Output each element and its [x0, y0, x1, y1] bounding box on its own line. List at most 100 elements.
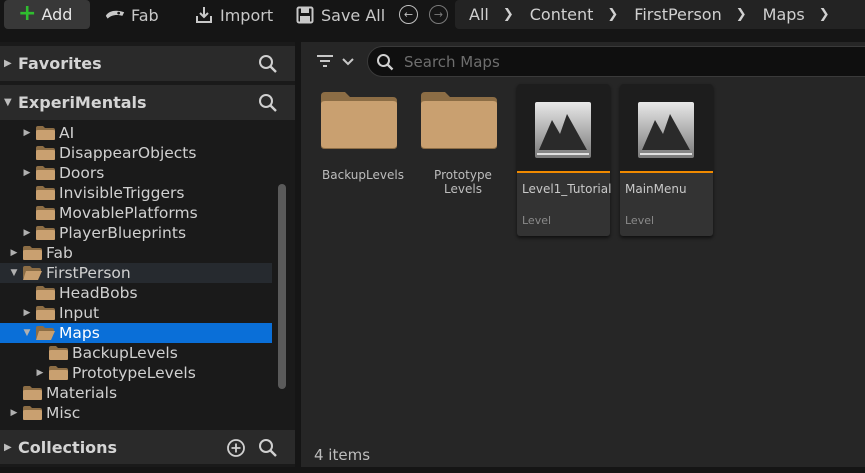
- add-button[interactable]: + Add: [4, 0, 90, 29]
- expand-arrow-icon[interactable]: ▶: [21, 308, 33, 318]
- asset-type: Level: [625, 214, 655, 227]
- search-icon[interactable]: [258, 93, 278, 113]
- search-icon[interactable]: [258, 438, 278, 458]
- save-all-button[interactable]: Save All: [294, 0, 385, 30]
- add-collection-icon[interactable]: [226, 438, 246, 458]
- folder-icon: [35, 185, 56, 201]
- tree-item-headbobs[interactable]: HeadBobs: [0, 283, 272, 303]
- tree-item-materials[interactable]: Materials: [0, 383, 272, 403]
- folder-open-icon: [22, 265, 43, 281]
- search-placeholder: Search Maps: [404, 52, 500, 71]
- folder-icon: [35, 165, 56, 181]
- search-icon[interactable]: [258, 54, 278, 74]
- favorites-label: Favorites: [18, 54, 102, 73]
- chevron-right-icon[interactable]: ❯: [503, 7, 514, 22]
- folder-icon: [22, 405, 43, 421]
- favorites-header[interactable]: ▶ Favorites: [0, 46, 295, 81]
- tree-item-fab[interactable]: ▶ Fab: [0, 243, 272, 263]
- tree-item-label: Maps: [59, 324, 100, 342]
- folder-icon: [35, 125, 56, 141]
- content-browser: Search Maps BackupLevels Prototype Level…: [301, 42, 865, 467]
- expand-arrow-icon[interactable]: ▶: [34, 368, 46, 378]
- expand-arrow-icon[interactable]: ▶: [0, 58, 18, 69]
- tree-item-firstperson[interactable]: ▼ FirstPerson: [0, 263, 272, 283]
- breadcrumb-item-all[interactable]: All: [469, 5, 489, 24]
- tree-item-invisibletriggers[interactable]: InvisibleTriggers: [0, 183, 272, 203]
- expand-arrow-icon[interactable]: ▶: [8, 408, 20, 418]
- folder-open-icon: [35, 325, 56, 341]
- item-count: 4 items: [314, 446, 371, 464]
- tree-item-label: Fab: [46, 244, 73, 262]
- tree-item-disappearobjects[interactable]: DisappearObjects: [0, 143, 272, 163]
- expand-arrow-icon[interactable]: ▶: [21, 228, 33, 238]
- tree-item-label: MovablePlatforms: [59, 204, 198, 222]
- bottom-strip: [0, 467, 865, 473]
- toolbar: + Add Fab Import Save All ← → All ❯ Cont…: [0, 0, 865, 30]
- tree-item-misc[interactable]: ▶ Misc: [0, 403, 272, 423]
- expand-arrow-icon[interactable]: ▶: [0, 442, 18, 453]
- level-thumbnail: [517, 84, 610, 173]
- tree-item-playerblueprints[interactable]: ▶ PlayerBlueprints: [0, 223, 272, 243]
- tree-item-backuplevels[interactable]: BackupLevels: [0, 343, 272, 363]
- import-button[interactable]: Import: [193, 0, 273, 30]
- folder-icon: [35, 145, 56, 161]
- folder-label: Prototype Levels: [434, 168, 492, 196]
- tree-item-label: Misc: [46, 404, 81, 422]
- search-input[interactable]: Search Maps: [367, 46, 865, 77]
- folder-icon: [22, 385, 43, 401]
- save-all-label: Save All: [321, 5, 386, 25]
- asset-tile-level1-tutorial[interactable]: Level1_Tutorial Level: [517, 84, 612, 236]
- breadcrumb-item-content[interactable]: Content: [530, 5, 594, 24]
- asset-name: MainMenu: [625, 182, 687, 196]
- collapse-arrow-icon[interactable]: ▼: [8, 268, 20, 278]
- asset-tile-mainmenu[interactable]: MainMenu Level: [620, 84, 713, 236]
- expand-arrow-icon[interactable]: ▶: [21, 168, 33, 178]
- tree-item-maps[interactable]: ▼ Maps: [0, 323, 272, 343]
- folder-icon: [421, 92, 497, 149]
- add-label: Add: [41, 5, 73, 24]
- import-icon: [193, 4, 215, 26]
- folder-icon: [22, 245, 43, 261]
- asset-type: Level: [522, 214, 552, 227]
- tree-item-input[interactable]: ▶ Input: [0, 303, 272, 323]
- tree-item-label: BackupLevels: [72, 344, 178, 362]
- folder-icon: [35, 225, 56, 241]
- search-icon: [376, 53, 394, 71]
- expand-arrow-icon[interactable]: ▶: [21, 128, 33, 138]
- collections-header[interactable]: ▶ Collections: [0, 430, 295, 464]
- folder-tree: ▶ AI DisappearObjects ▶ Doors InvisibleTrigge…: [0, 121, 295, 423]
- breadcrumb: All ❯ Content ❯ FirstPerson ❯ Maps ❯: [455, 0, 865, 29]
- project-header[interactable]: ▼ ExperiMentals: [0, 85, 295, 120]
- tree-item-label: PrototypeLevels: [72, 364, 196, 382]
- collapse-arrow-icon[interactable]: ▼: [0, 97, 18, 108]
- level-thumbnail: [620, 84, 713, 173]
- import-label: Import: [220, 5, 274, 25]
- collapse-arrow-icon[interactable]: ▼: [21, 328, 33, 338]
- sources-panel: ▶ Favorites ▼ ExperiMentals ▶ AI Disappear…: [0, 42, 295, 473]
- tree-item-label: FirstPerson: [46, 264, 131, 282]
- tree-item-ai[interactable]: ▶ AI: [0, 123, 272, 143]
- fab-button[interactable]: Fab: [104, 0, 159, 30]
- filter-icon[interactable]: [315, 52, 359, 72]
- tree-item-prototypelevels[interactable]: ▶ PrototypeLevels: [0, 363, 272, 383]
- forward-icon[interactable]: →: [429, 5, 448, 24]
- chevron-right-icon[interactable]: ❯: [607, 7, 618, 22]
- tree-item-doors[interactable]: ▶ Doors: [0, 163, 272, 183]
- chevron-right-icon[interactable]: ❯: [819, 7, 830, 22]
- folder-icon: [35, 305, 56, 321]
- folder-icon: [321, 92, 397, 149]
- back-icon[interactable]: ←: [399, 5, 418, 24]
- expand-arrow-icon[interactable]: ▶: [8, 248, 20, 258]
- chevron-right-icon[interactable]: ❯: [736, 7, 747, 22]
- tree-scrollbar[interactable]: [278, 184, 286, 389]
- asset-name: Level1_Tutorial: [522, 182, 612, 196]
- folder-tile-backuplevels[interactable]: BackupLevels: [315, 84, 411, 182]
- breadcrumb-item-maps[interactable]: Maps: [763, 5, 805, 24]
- tree-item-movableplatforms[interactable]: MovablePlatforms: [0, 203, 272, 223]
- tree-item-label: Materials: [46, 384, 118, 402]
- tree-item-label: HeadBobs: [59, 284, 138, 302]
- folder-tile-prototypelevels[interactable]: Prototype Levels: [415, 84, 511, 196]
- breadcrumb-item-firstperson[interactable]: FirstPerson: [634, 5, 721, 24]
- tree-item-label: AI: [59, 124, 75, 142]
- level-icon: [638, 102, 694, 158]
